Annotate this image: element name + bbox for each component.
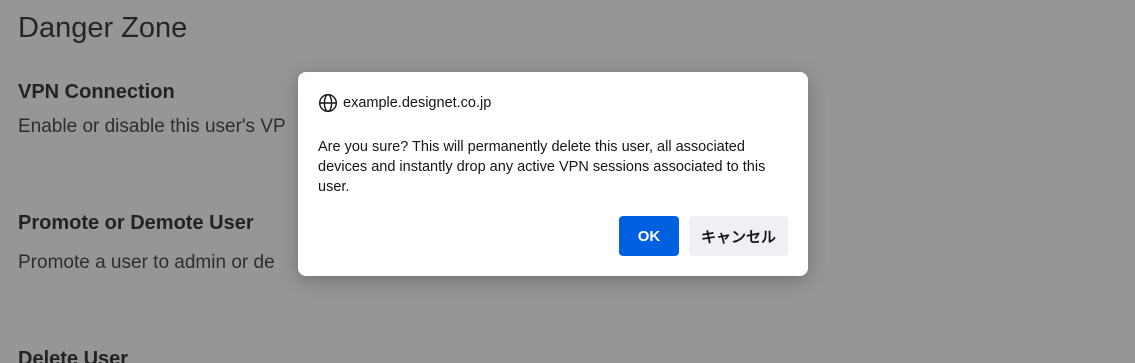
globe-icon — [318, 93, 338, 113]
dialog-buttons: OK キャンセル — [619, 216, 788, 256]
dialog-origin-text: example.designet.co.jp — [343, 95, 492, 111]
ok-button[interactable]: OK — [619, 216, 679, 256]
dialog-message: Are you sure? This will permanently dele… — [318, 139, 766, 195]
confirm-dialog: example.designet.co.jp Are you sure? Thi… — [298, 72, 808, 276]
page: Danger Zone VPN Connection Enable or dis… — [0, 0, 1135, 363]
cancel-button[interactable]: キャンセル — [689, 216, 788, 256]
dialog-origin: example.designet.co.jp — [318, 93, 491, 113]
